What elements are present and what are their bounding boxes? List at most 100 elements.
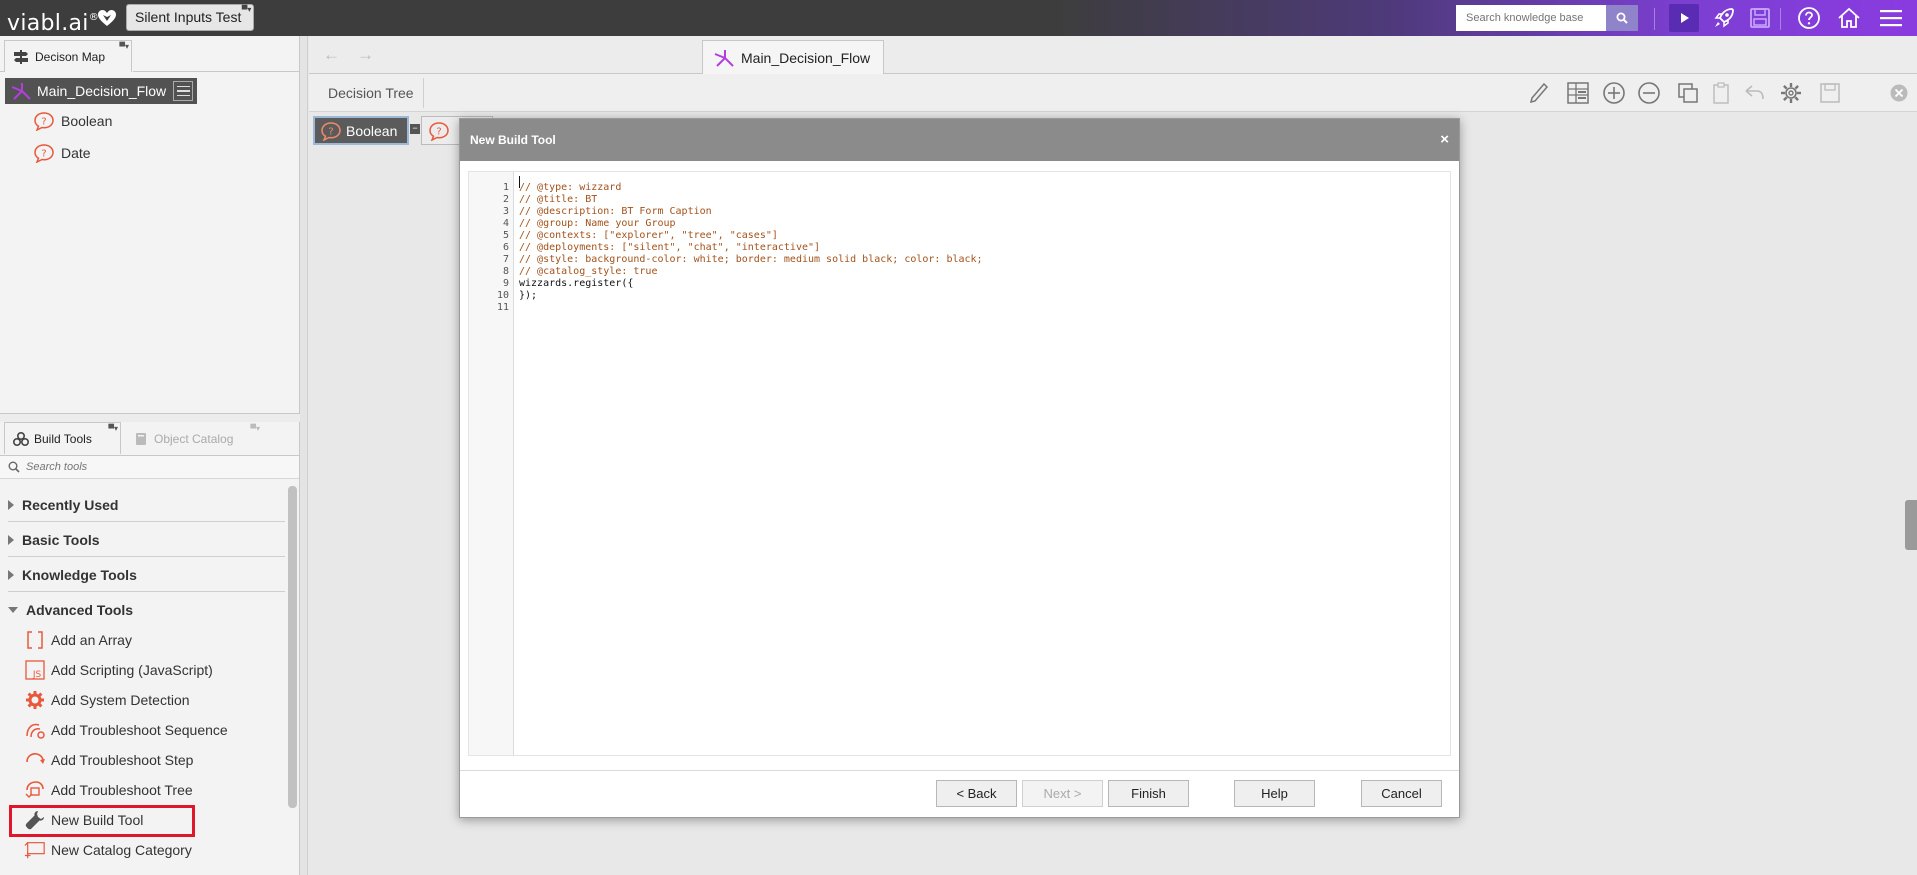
back-arrow-icon[interactable]: ← xyxy=(323,45,340,65)
search-icon xyxy=(1616,12,1628,24)
line-number: 7 xyxy=(502,254,509,265)
question-icon: ? xyxy=(428,121,450,141)
code-line: // @title: BT xyxy=(519,194,598,205)
settings-button[interactable] xyxy=(1779,81,1803,105)
dialog-header: New Build Tool × xyxy=(460,119,1459,161)
tool-add-an-array[interactable]: Add an Array xyxy=(24,628,132,652)
code-line: // @style: background-color: white; bord… xyxy=(519,254,983,265)
forward-arrow-icon[interactable]: → xyxy=(357,45,374,65)
line-number: 3 xyxy=(502,206,509,217)
home-button[interactable] xyxy=(1834,4,1864,32)
tool-add-system-detection[interactable]: Add System Detection xyxy=(24,688,190,712)
decision-tree-toolbar: Decision Tree xyxy=(309,74,1917,112)
close-icon[interactable]: × xyxy=(1440,119,1449,161)
tree-root-menu-button[interactable] xyxy=(173,81,193,101)
tab-decision-map[interactable]: Decison Map ▀▾ xyxy=(4,40,132,72)
project-selector-button[interactable]: Silent Inputs Test ▀▾ xyxy=(126,4,255,31)
tree-node-date[interactable]: ? Date xyxy=(33,142,91,164)
expand-arrow-icon xyxy=(8,569,14,580)
code-line: // @catalog_style: true xyxy=(519,266,658,277)
back-button[interactable]: < Back xyxy=(936,780,1017,807)
zoom-in-button[interactable] xyxy=(1602,81,1626,105)
catalog-icon xyxy=(24,839,46,861)
cancel-button[interactable]: Cancel xyxy=(1361,780,1442,807)
deploy-button[interactable] xyxy=(1709,4,1739,32)
new-build-tool-dialog: New Build Tool × 1 2 3 4 5 6 7 8 9 10 11… xyxy=(459,118,1460,818)
form-grid-icon xyxy=(1567,82,1589,104)
tab-underline xyxy=(0,71,4,72)
line-number: 6 xyxy=(502,242,509,253)
tool-group-basic-tools[interactable]: Basic Tools xyxy=(8,523,285,557)
save-tree-button[interactable] xyxy=(1818,81,1842,105)
panel-splitter[interactable] xyxy=(0,414,300,422)
tool-item-label: Add Troubleshoot Step xyxy=(51,752,194,768)
help-button[interactable] xyxy=(1794,4,1824,32)
svg-text:?: ? xyxy=(41,117,46,128)
tool-group-label: Recently Used xyxy=(22,496,119,513)
line-number-gutter: 1 2 3 4 5 6 7 8 9 10 11 xyxy=(469,172,514,755)
collapse-node-icon[interactable]: − xyxy=(410,124,420,134)
expand-arrow-icon xyxy=(8,499,14,510)
left-panel-scrollbar[interactable] xyxy=(288,486,297,808)
main-menu-button[interactable] xyxy=(1876,4,1906,32)
tab-main-decision-flow[interactable]: Main_Decision_Flow xyxy=(702,40,884,74)
tree-root-label: Main_Decision_Flow xyxy=(37,83,167,99)
tool-add-troubleshoot-tree[interactable]: Add Troubleshoot Tree xyxy=(24,778,193,802)
search-button[interactable] xyxy=(1606,5,1638,31)
logo-heart-icon xyxy=(98,10,116,26)
run-button[interactable] xyxy=(1669,4,1699,32)
edit-button[interactable] xyxy=(1527,81,1551,105)
save-button[interactable] xyxy=(1745,4,1775,32)
save-icon xyxy=(1820,83,1840,103)
tree-node-label: Date xyxy=(61,145,91,161)
tab-object-catalog[interactable]: Object Catalog ▀▾ xyxy=(125,422,263,454)
tab-underline xyxy=(133,71,299,72)
knowledge-base-search-input[interactable] xyxy=(1456,5,1606,31)
form-layout-button[interactable] xyxy=(1566,81,1590,105)
zoom-out-button[interactable] xyxy=(1637,81,1661,105)
code-line: // @deployments: ["silent", "chat", "int… xyxy=(519,242,821,253)
tab-label: Build Tools xyxy=(34,431,92,446)
tool-group-label: Knowledge Tools xyxy=(22,566,137,583)
dialog-title: New Build Tool xyxy=(470,133,556,147)
tree-root-main-decision-flow[interactable]: Main_Decision_Flow xyxy=(5,78,197,104)
text-cursor xyxy=(519,176,520,188)
next-button[interactable]: Next > xyxy=(1022,780,1103,807)
line-number: 4 xyxy=(502,218,509,229)
tool-search-input[interactable] xyxy=(26,461,276,473)
tool-add-troubleshoot-sequence[interactable]: Add Troubleshoot Sequence xyxy=(24,718,228,742)
tool-item-label: Add System Detection xyxy=(51,692,190,708)
help-button[interactable]: Help xyxy=(1234,780,1315,807)
tool-item-label: Add Troubleshoot Tree xyxy=(51,782,193,798)
toolbar-separator xyxy=(1654,8,1655,30)
gear-icon xyxy=(24,689,46,711)
undo-icon xyxy=(1745,85,1764,100)
line-number: 9 xyxy=(502,278,509,289)
tool-group-knowledge-tools[interactable]: Knowledge Tools xyxy=(8,558,285,592)
tool-item-label: New Catalog Category xyxy=(51,842,192,858)
project-name: Silent Inputs Test xyxy=(135,9,242,25)
tab-menu-icon: ▀▾ xyxy=(108,424,118,433)
tab-build-tools[interactable]: Build Tools ▀▾ xyxy=(4,422,121,454)
tool-group-advanced-tools[interactable]: Advanced Tools xyxy=(8,593,285,627)
tree-node-boolean[interactable]: ? Boolean xyxy=(33,110,112,132)
line-number: 11 xyxy=(496,302,509,313)
save-icon xyxy=(1750,8,1770,28)
paste-button[interactable] xyxy=(1709,81,1733,105)
copy-button[interactable] xyxy=(1676,81,1700,105)
hamburger-menu-icon xyxy=(1880,10,1902,27)
right-panel-toggle[interactable] xyxy=(1905,500,1917,550)
canvas-node-boolean[interactable]: ? Boolean xyxy=(313,116,409,145)
tool-new-catalog-category[interactable]: New Catalog Category xyxy=(24,838,192,862)
undo-button[interactable] xyxy=(1742,81,1766,105)
signpost-icon xyxy=(14,49,28,64)
code-editor[interactable]: 1 2 3 4 5 6 7 8 9 10 11 // @type: wizzar… xyxy=(468,171,1451,756)
tool-add-troubleshoot-step[interactable]: Add Troubleshoot Step xyxy=(24,748,193,772)
tool-add-scripting-javascript[interactable]: JS Add Scripting (JavaScript) xyxy=(24,658,213,682)
dialog-footer-divider xyxy=(460,770,1459,771)
finish-button[interactable]: Finish xyxy=(1108,780,1189,807)
tree-node-label: Boolean xyxy=(61,113,113,129)
close-tree-button[interactable] xyxy=(1887,81,1911,105)
app-logo[interactable]: viabl.ai® xyxy=(7,6,99,36)
tool-group-recently-used[interactable]: Recently Used xyxy=(8,488,285,522)
